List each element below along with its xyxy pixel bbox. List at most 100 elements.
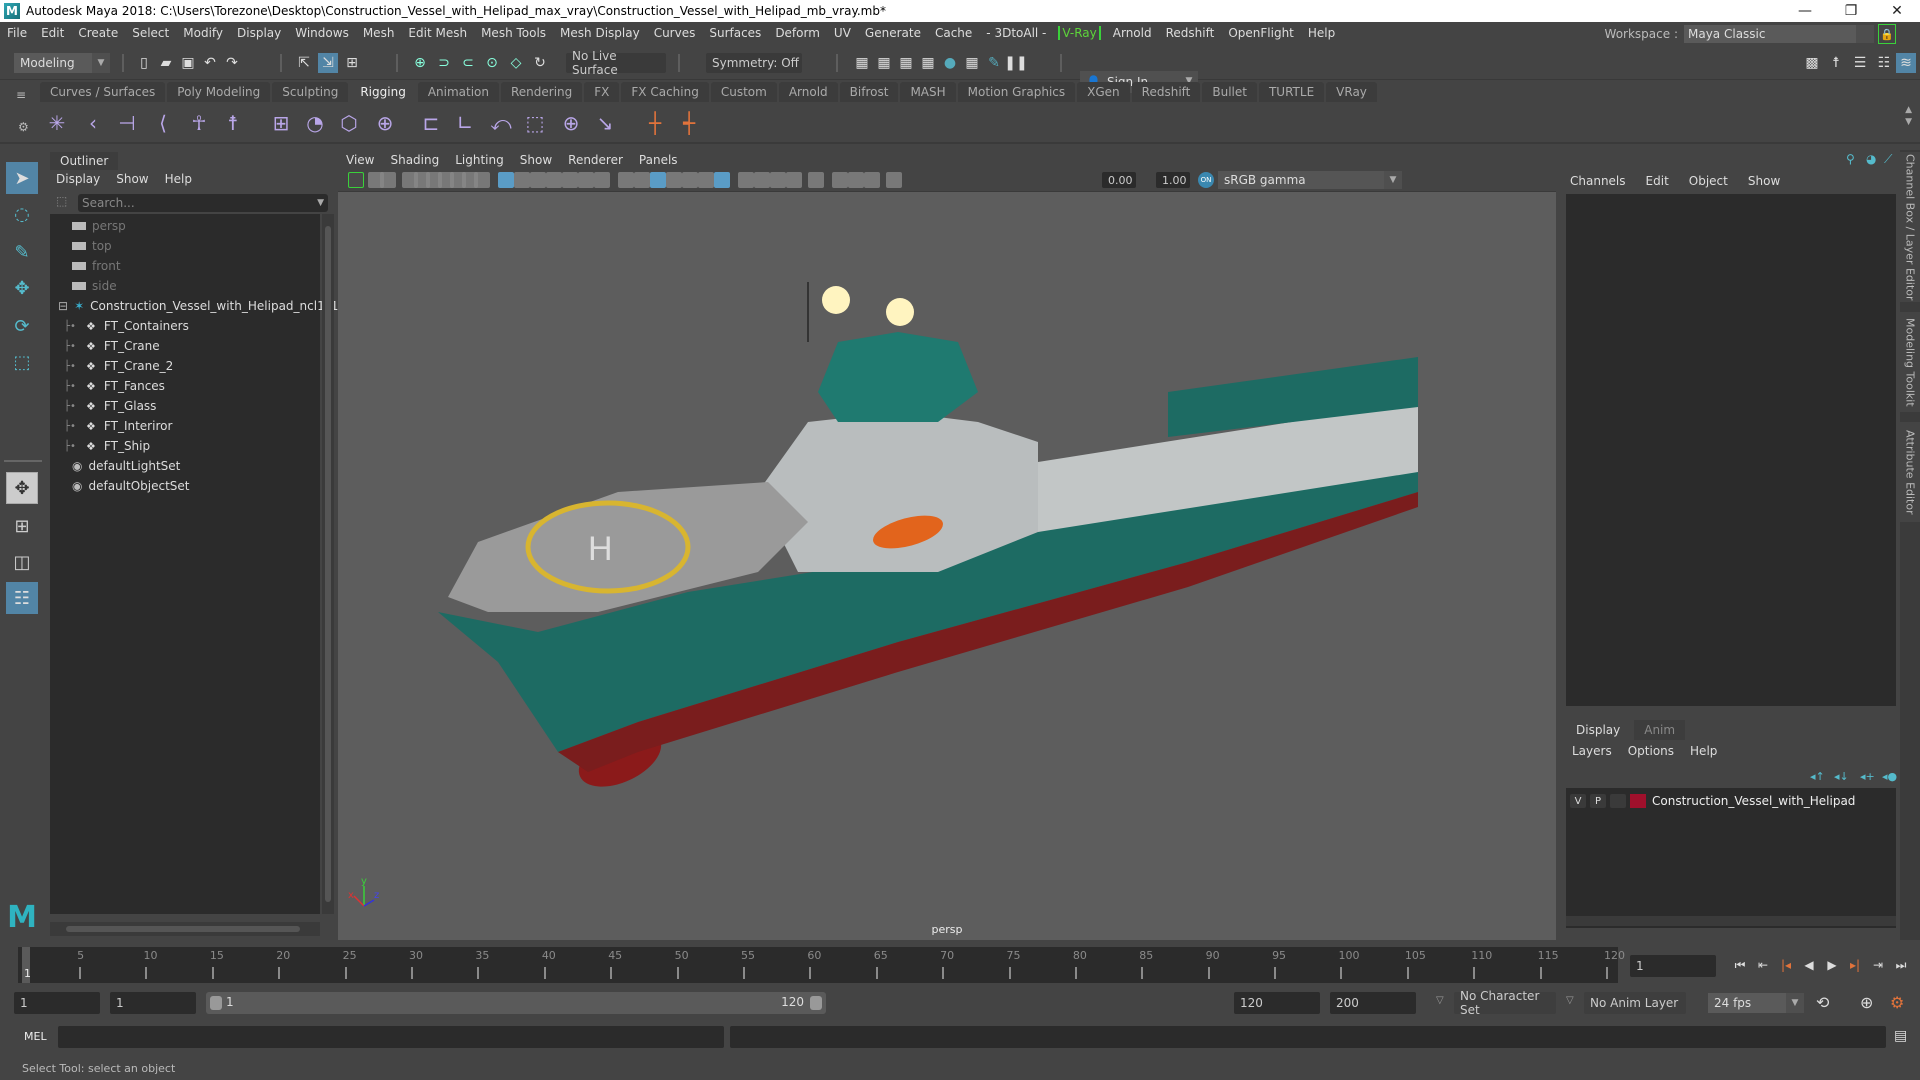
select-component-icon[interactable]: ⊞ <box>342 53 362 73</box>
range-start-handle[interactable] <box>210 996 222 1010</box>
aim-constraint-icon[interactable]: ⊕ <box>558 110 584 136</box>
fps-dropdown[interactable]: 24 fps ▼ <box>1708 993 1804 1013</box>
shelf-tab-mash[interactable]: MASH <box>900 82 956 102</box>
go-to-end-icon[interactable]: ⏭ <box>1891 955 1911 975</box>
mel-command-input[interactable] <box>58 1026 724 1048</box>
undo-icon[interactable]: ↶ <box>200 53 220 73</box>
shelf-tab-motion-graphics[interactable]: Motion Graphics <box>957 82 1076 102</box>
character-controls-icon[interactable]: ☨ <box>1826 53 1846 73</box>
menu-create[interactable]: Create <box>71 26 125 40</box>
outliner-item-camera[interactable]: front <box>72 256 121 276</box>
modeling-toolkit-icon[interactable]: ▩ <box>1802 53 1822 73</box>
attribute-toggle-icon[interactable]: ◕ <box>1866 152 1876 166</box>
viewport-tool-icon[interactable] <box>530 172 546 188</box>
menu-modify[interactable]: Modify <box>176 26 230 40</box>
chevron-down-icon[interactable]: ▽ <box>1566 995 1574 1006</box>
snap-grid-icon[interactable]: ⊕ <box>410 53 430 73</box>
viewport-tool-icon[interactable] <box>682 172 698 188</box>
outliner-item-camera[interactable]: top <box>72 236 112 256</box>
menu-mesh-tools[interactable]: Mesh Tools <box>474 26 553 40</box>
attribute-editor-icon[interactable]: ☰ <box>1850 53 1870 73</box>
new-layer-selected-icon[interactable]: ◂● <box>1882 770 1897 783</box>
quick-rig-icon[interactable]: ☥ <box>186 110 212 136</box>
viewport-tool-icon[interactable] <box>864 172 880 188</box>
viewport-tool-icon[interactable] <box>786 172 802 188</box>
menu-file[interactable]: File <box>0 26 34 40</box>
menu-windows[interactable]: Windows <box>288 26 356 40</box>
select-object-icon[interactable]: ⇲ <box>318 53 338 73</box>
maximize-button[interactable]: ❐ <box>1828 0 1874 22</box>
range-end-handle[interactable] <box>810 996 822 1010</box>
start-time-field[interactable]: 1 <box>14 992 100 1014</box>
outliner-item-group[interactable]: ├• ❖ FT_Glass <box>64 396 156 416</box>
viewport-menu-show[interactable]: Show <box>520 153 552 167</box>
humanik-icon[interactable]: ☨ <box>220 110 246 136</box>
outliner-menu-display[interactable]: Display <box>56 172 100 186</box>
shelf-tab-xgen[interactable]: XGen <box>1077 82 1130 102</box>
lock-icon[interactable]: 🔒 <box>1878 24 1896 44</box>
move-layer-down-icon[interactable]: ◂↓ <box>1834 770 1849 783</box>
viewport-menu-shading[interactable]: Shading <box>390 153 439 167</box>
channels-menu[interactable]: Channels <box>1570 174 1626 188</box>
lattice-icon[interactable]: ⬡ <box>336 110 362 136</box>
ik-spline-icon[interactable]: ⊣ <box>114 110 140 136</box>
workspace-dropdown[interactable]: Maya Classic <box>1684 25 1874 43</box>
viewport-tool-icon[interactable] <box>832 172 848 188</box>
animation-preferences-icon[interactable]: ⚙ <box>1890 993 1904 1012</box>
step-forward-frame-icon[interactable]: ▸| <box>1845 955 1865 975</box>
object-menu[interactable]: Object <box>1689 174 1728 188</box>
select-tool-icon[interactable]: ➤ <box>6 162 38 194</box>
layer-tab-anim[interactable]: Anim <box>1634 720 1686 740</box>
shelf-tab-vray[interactable]: VRay <box>1326 82 1377 102</box>
gamma-field[interactable]: 1.00 <box>1156 172 1190 188</box>
shelf-tab-fx-caching[interactable]: FX Caching <box>621 82 709 102</box>
viewport-menu-lighting[interactable]: Lighting <box>455 153 504 167</box>
snap-live-icon[interactable]: ◇ <box>506 53 526 73</box>
outliner-search-input[interactable]: Search... ▼ <box>78 194 328 212</box>
parent-constraint-icon[interactable]: ⊏ <box>418 110 444 136</box>
render-frame-icon[interactable]: ▦ <box>874 53 894 73</box>
shelf-tab-poly-modeling[interactable]: Poly Modeling <box>167 82 271 102</box>
viewport-menu-renderer[interactable]: Renderer <box>568 153 623 167</box>
move-layer-up-icon[interactable]: ◂↑ <box>1810 770 1825 783</box>
mirror-joint-icon[interactable]: ⟨ <box>150 110 176 136</box>
menu-set-dropdown[interactable]: Modeling ▼ <box>14 53 110 73</box>
viewport-menu-panels[interactable]: Panels <box>639 153 678 167</box>
snap-curve-icon[interactable]: ⊃ <box>434 53 454 73</box>
select-hierarchy-icon[interactable]: ⇱ <box>294 53 314 73</box>
scene-view[interactable]: H y x z <box>338 192 1556 940</box>
menu-edit-mesh[interactable]: Edit Mesh <box>401 26 474 40</box>
layer-name[interactable]: Construction_Vessel_with_Helipad <box>1652 794 1855 808</box>
orient-constraint-icon[interactable]: ⤺ <box>488 110 514 136</box>
shelf-tab-arnold[interactable]: Arnold <box>778 82 838 102</box>
go-to-start-icon[interactable]: ⏮ <box>1730 955 1750 975</box>
channel-box-icon[interactable]: ≋ <box>1896 53 1916 73</box>
options-menu[interactable]: Options <box>1628 744 1674 758</box>
viewport-tool-icon[interactable] <box>578 172 594 188</box>
open-scene-icon[interactable]: ▰ <box>156 53 176 73</box>
chevron-down-icon[interactable]: ▽ <box>1436 995 1444 1006</box>
pause-render-icon[interactable]: ❚❚ <box>1004 53 1027 73</box>
scale-constraint-icon[interactable]: ⬚ <box>522 110 548 136</box>
layer-playback-toggle[interactable]: P <box>1590 794 1606 808</box>
viewport-tool-icon[interactable] <box>698 172 714 188</box>
outliner-scrollbar[interactable] <box>322 214 334 914</box>
lasso-tool-icon[interactable]: ◌ <box>6 198 38 230</box>
outliner-item-group[interactable]: ├• ❖ FT_Crane <box>64 336 160 356</box>
step-back-key-icon[interactable]: ⇤ <box>1753 955 1773 975</box>
viewport-tool-icon[interactable] <box>666 172 682 188</box>
modeling-toolkit-side-tab[interactable]: Modeling Toolkit <box>1900 312 1920 412</box>
new-scene-icon[interactable]: ▯ <box>134 53 154 73</box>
show-menu[interactable]: Show <box>1748 174 1780 188</box>
shelf-menu-icon[interactable]: ≡ <box>16 88 26 102</box>
attribute-editor-side-tab[interactable]: Attribute Editor <box>1900 422 1920 522</box>
exposure-field[interactable]: 0.00 <box>1102 172 1136 188</box>
shelf-tab-custom[interactable]: Custom <box>710 82 777 102</box>
scrollbar-thumb[interactable] <box>325 226 331 902</box>
outliner-item-root-group[interactable]: ⊟ ✶ Construction_Vessel_with_Helipad_ncl1_… <box>58 296 338 316</box>
pole-vector-constraint-icon[interactable]: ↘ <box>592 110 618 136</box>
menu-surfaces[interactable]: Surfaces <box>702 26 768 40</box>
color-management-toggle-icon[interactable]: ON <box>1198 172 1214 188</box>
shelf-tab-redshift[interactable]: Redshift <box>1131 82 1201 102</box>
minimize-button[interactable]: — <box>1782 0 1828 22</box>
